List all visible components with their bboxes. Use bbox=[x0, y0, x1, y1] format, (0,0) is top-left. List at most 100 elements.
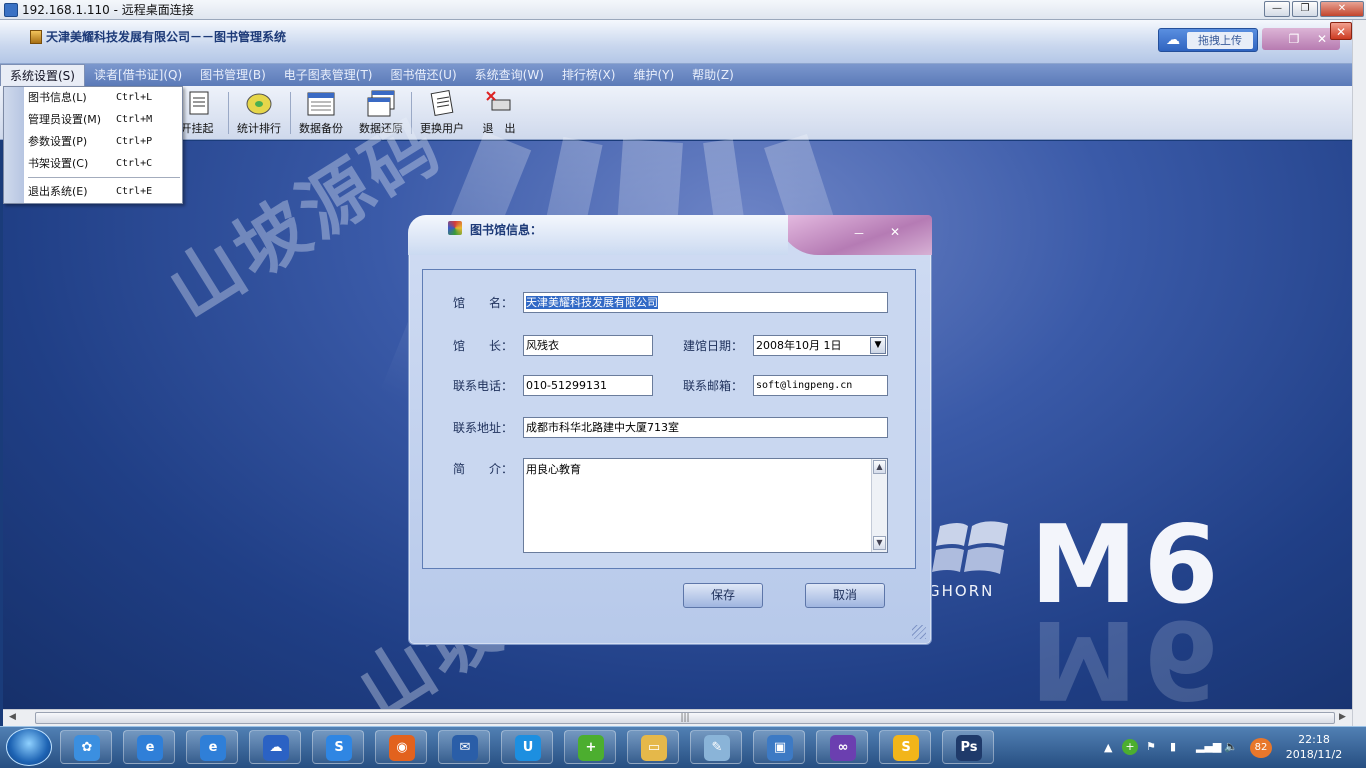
vertical-scrollbar[interactable] bbox=[1352, 20, 1366, 726]
toolbar-label: 退 出 bbox=[482, 122, 516, 135]
dialog-close-button[interactable]: ✕ bbox=[890, 225, 900, 239]
taskbar-app-button[interactable]: Ps bbox=[942, 730, 994, 764]
intro-scrollbar[interactable]: ▲ ▼ bbox=[871, 459, 887, 552]
menu-item-book-info[interactable]: 图书信息(L) Ctrl+L bbox=[28, 88, 180, 108]
chevron-down-icon[interactable]: ▼ bbox=[870, 337, 886, 354]
founded-date-picker[interactable]: 2008年10月 1日 ▼ bbox=[753, 335, 888, 356]
intro-textarea[interactable]: 用良心教育 ▲ ▼ bbox=[523, 458, 888, 553]
email-input[interactable]: soft@lingpeng.cn bbox=[753, 375, 888, 396]
toolbar-restore-button[interactable]: 数据还原 bbox=[350, 88, 412, 138]
menu-item-label: 参数设置(P) bbox=[28, 135, 88, 148]
toolbar-stats-button[interactable]: 统计排行 bbox=[228, 88, 290, 138]
taskbar-app-button[interactable]: U bbox=[501, 730, 553, 764]
start-button[interactable] bbox=[6, 728, 52, 766]
menubar: 系统设置(S) 读者[借书证](Q) 图书管理(B) 电子图表管理(T) 图书借还(U)… bbox=[0, 64, 1352, 86]
toolbar-exit-button[interactable]: 退 出 bbox=[468, 88, 530, 138]
menu-5[interactable]: 系统查询(W) bbox=[466, 64, 553, 86]
taskbar-app-button[interactable]: S bbox=[879, 730, 931, 764]
folder-icon: ▭ bbox=[641, 735, 667, 761]
scrollbar-thumb[interactable]: ||| bbox=[35, 712, 1335, 724]
upload-widget[interactable]: ☁ 拖拽上传 bbox=[1158, 28, 1258, 52]
cloud-icon: ☁ bbox=[1166, 32, 1180, 48]
taskbar-app-button[interactable]: ∞ bbox=[816, 730, 868, 764]
taskbar-app-button[interactable]: e bbox=[123, 730, 175, 764]
taskbar-app-button[interactable]: ◉ bbox=[375, 730, 427, 764]
restore-icon[interactable]: ❐ bbox=[1284, 30, 1304, 48]
taskbar-app-button[interactable]: ▣ bbox=[753, 730, 805, 764]
windows-stack-icon bbox=[366, 90, 396, 118]
ie-icon: e bbox=[200, 735, 226, 761]
menu-1[interactable]: 读者[借书证](Q) bbox=[85, 64, 191, 86]
rdp-restore-button[interactable]: ❐ bbox=[1292, 1, 1318, 17]
library-name-input[interactable]: 天津美耀科技发展有限公司 bbox=[523, 292, 888, 313]
intro-label: 简 介： bbox=[453, 462, 514, 476]
rdp-title: 192.168.1.110 - 远程桌面连接 bbox=[22, 3, 194, 17]
signal-icon[interactable]: ▂▄▆ bbox=[1196, 740, 1221, 753]
rdp-close-button[interactable]: ✕ bbox=[1320, 1, 1364, 17]
menu-item-shelf-settings[interactable]: 书架设置(C) Ctrl+C bbox=[28, 154, 180, 174]
menu-0[interactable]: 系统设置(S) bbox=[0, 64, 85, 86]
toolbar-switch-user-button[interactable]: 更换用户 bbox=[411, 88, 473, 138]
menu-4[interactable]: 图书借还(U) bbox=[381, 64, 465, 86]
curator-input[interactable]: 风残衣 bbox=[523, 335, 653, 356]
taskbar-app-button[interactable]: ☁ bbox=[249, 730, 301, 764]
toolbar-backup-button[interactable]: 数据备份 bbox=[290, 88, 352, 138]
tray-badge[interactable]: 82 bbox=[1250, 738, 1272, 758]
menu-item-admin-settings[interactable]: 管理员设置(M) Ctrl+M bbox=[28, 110, 180, 130]
taskbar-app-button[interactable]: ✿ bbox=[60, 730, 112, 764]
taskbar-app-button[interactable]: e bbox=[186, 730, 238, 764]
dialog-title-bar bbox=[408, 215, 788, 255]
taskbar-app-button[interactable]: ▭ bbox=[627, 730, 679, 764]
firefox-icon: ◉ bbox=[389, 735, 415, 761]
cube-icon bbox=[448, 221, 462, 235]
taskbar-app-button[interactable]: ✉ bbox=[438, 730, 490, 764]
founded-date-value: 2008年10月 1日 bbox=[756, 339, 842, 352]
save-button[interactable]: 保存 bbox=[683, 583, 763, 608]
ie-icon: e bbox=[137, 735, 163, 761]
app-close-button[interactable]: ✕ bbox=[1330, 22, 1352, 40]
menu-7[interactable]: 维护(Y) bbox=[624, 64, 683, 86]
taskbar-app-button[interactable]: ✎ bbox=[690, 730, 742, 764]
menu-item-shortcut: Ctrl+P bbox=[116, 136, 153, 147]
system-tray: ▲ + ⚑ ▮ ▂▄▆ 🔈 bbox=[1100, 738, 1270, 758]
windows-logo-icon bbox=[932, 521, 1008, 574]
scroll-up-icon[interactable]: ▲ bbox=[873, 460, 886, 474]
scroll-left-icon[interactable]: ◀ bbox=[9, 712, 16, 722]
mail-icon: ✉ bbox=[452, 735, 478, 761]
cancel-button[interactable]: 取消 bbox=[805, 583, 885, 608]
close-icon[interactable]: ✕ bbox=[1312, 30, 1332, 48]
flag-icon[interactable]: ⚑ bbox=[1146, 740, 1156, 753]
dialog-minimize-button[interactable]: － bbox=[853, 225, 865, 242]
menu-separator bbox=[28, 177, 180, 178]
clock[interactable]: 22:18 2018/11/2 bbox=[1278, 732, 1350, 762]
cloud-icon: ☁ bbox=[263, 735, 289, 761]
window-table-icon bbox=[306, 90, 336, 118]
phone-input[interactable]: 010-51299131 bbox=[523, 375, 653, 396]
address-input[interactable]: 成都市科华北路建中大厦713室 bbox=[523, 417, 888, 438]
clock-date: 2018/11/2 bbox=[1285, 748, 1343, 761]
scroll-down-icon[interactable]: ▼ bbox=[873, 536, 886, 550]
toolbar-label: 数据还原 bbox=[359, 122, 403, 135]
plus-tray-icon[interactable]: + bbox=[1122, 739, 1138, 755]
shield-icon: U bbox=[515, 735, 541, 761]
volume-icon[interactable]: 🔈 bbox=[1224, 740, 1238, 753]
menu-3[interactable]: 电子图表管理(T) bbox=[275, 64, 382, 86]
app-title-bar: 天津美耀科技发展有限公司－－图书管理系统 bbox=[0, 20, 1352, 64]
menu-item-shortcut: Ctrl+M bbox=[116, 114, 153, 125]
menu-8[interactable]: 帮助(Z) bbox=[683, 64, 743, 86]
rdp-minimize-button[interactable]: — bbox=[1264, 1, 1290, 17]
menu-item-param-settings[interactable]: 参数设置(P) Ctrl+P bbox=[28, 132, 180, 152]
chevron-up-icon[interactable]: ▲ bbox=[1104, 741, 1112, 754]
scroll-right-icon[interactable]: ▶ bbox=[1339, 712, 1346, 722]
clock-time: 22:18 bbox=[1298, 733, 1330, 746]
network-icon[interactable]: ▮ bbox=[1170, 740, 1176, 753]
menu-6[interactable]: 排行榜(X) bbox=[553, 64, 625, 86]
taskbar-app-button[interactable]: + bbox=[564, 730, 616, 764]
plus-icon: + bbox=[578, 735, 604, 761]
resize-grip-icon[interactable] bbox=[912, 625, 926, 639]
menu-2[interactable]: 图书管理(B) bbox=[191, 64, 275, 86]
horizontal-scrollbar[interactable]: ◀ ||| ▶ bbox=[3, 709, 1352, 726]
menu-item-exit-system[interactable]: 退出系统(E) Ctrl+E bbox=[28, 182, 180, 202]
taskbar-app-button[interactable]: S bbox=[312, 730, 364, 764]
dialog-form-panel: 馆 名： 天津美耀科技发展有限公司 馆 长： 风残衣 建馆日期： 2008年10… bbox=[422, 269, 916, 569]
